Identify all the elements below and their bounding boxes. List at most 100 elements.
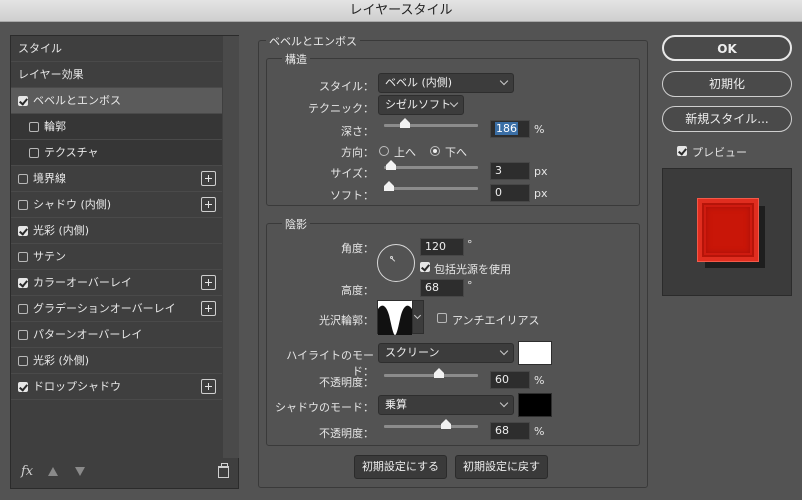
effects-scrollbar[interactable] <box>223 36 239 458</box>
effect-row[interactable]: 光彩 (外側) <box>11 348 222 374</box>
highlight-opacity-thumb[interactable] <box>434 368 444 378</box>
effect-checkbox[interactable] <box>18 200 28 210</box>
add-effect-plus-icon[interactable] <box>201 197 216 212</box>
effects-list: スタイル レイヤー効果 ベベルとエンボス輪郭テクスチャ 境界線 シャドウ (内側) 光彩 … <box>11 36 222 458</box>
depth-unit: % <box>534 123 545 136</box>
soften-slider-thumb[interactable] <box>384 181 394 191</box>
effect-checkbox[interactable] <box>18 330 28 340</box>
preview-checkbox[interactable] <box>677 146 687 156</box>
shadow-opacity-label: 不透明度： <box>319 427 374 440</box>
chevron-down-icon <box>449 98 459 108</box>
style-dropdown[interactable]: ベベル (内側) <box>378 73 514 93</box>
effect-label: パターンオーバーレイ <box>33 328 143 341</box>
make-default-button[interactable]: 初期設定にする <box>354 455 447 479</box>
effect-checkbox[interactable] <box>18 356 28 366</box>
effect-row[interactable]: カラーオーバーレイ <box>11 270 222 296</box>
technique-dropdown[interactable]: シゼルソフト <box>378 95 464 115</box>
global-light-label: 包括光源を使用 <box>434 263 511 276</box>
shadow-mode-dropdown[interactable]: 乗算 <box>378 395 514 415</box>
altitude-input[interactable]: 68 <box>420 279 464 297</box>
angle-label: 角度： <box>341 242 374 255</box>
gloss-contour-preview[interactable] <box>377 300 412 335</box>
chevron-down-icon <box>499 346 509 356</box>
shadow-opacity-thumb[interactable] <box>441 419 451 429</box>
direction-up-radio[interactable] <box>379 146 389 156</box>
new-style-button[interactable]: 新規スタイル... <box>662 106 792 132</box>
effect-row[interactable]: サテン <box>11 244 222 270</box>
effect-checkbox[interactable] <box>18 382 28 392</box>
effects-panel: スタイル レイヤー効果 ベベルとエンボス輪郭テクスチャ 境界線 シャドウ (内側) 光彩 … <box>10 35 239 489</box>
shadow-opacity-unit: % <box>534 425 545 438</box>
antialias-checkbox[interactable] <box>437 313 447 323</box>
effect-label: 光彩 (内側) <box>33 224 90 237</box>
fx-menu-button[interactable]: fx <box>21 464 33 479</box>
gloss-contour-dropdown[interactable] <box>412 300 424 334</box>
angle-dial[interactable] <box>377 244 415 282</box>
global-light-checkbox[interactable] <box>420 262 430 272</box>
depth-input[interactable]: 186 <box>490 120 530 138</box>
highlight-opacity-input[interactable]: 60 <box>490 371 530 389</box>
highlight-mode-value: スクリーン <box>385 346 440 359</box>
soften-input[interactable]: 0 <box>490 184 530 202</box>
effect-label: サテン <box>33 250 66 263</box>
reset-default-button[interactable]: 初期設定に戻す <box>455 455 548 479</box>
angle-input[interactable]: 120 <box>420 238 464 256</box>
highlight-mode-dropdown[interactable]: スクリーン <box>378 343 514 363</box>
direction-down-radio[interactable] <box>430 146 440 156</box>
size-input[interactable]: 3 <box>490 162 530 180</box>
add-effect-plus-icon[interactable] <box>201 275 216 290</box>
shadow-color-swatch[interactable] <box>518 393 552 417</box>
reset-button[interactable]: 初期化 <box>662 71 792 97</box>
effect-checkbox[interactable] <box>18 252 28 262</box>
effect-checkbox[interactable] <box>18 96 28 106</box>
move-up-arrow-icon[interactable] <box>48 467 58 476</box>
effect-row[interactable]: パターンオーバーレイ <box>11 322 222 348</box>
effect-checkbox[interactable] <box>29 148 39 158</box>
effect-row[interactable]: ベベルとエンボス <box>11 88 222 114</box>
effect-row[interactable]: ドロップシャドウ <box>11 374 222 400</box>
effect-checkbox[interactable] <box>18 278 28 288</box>
highlight-opacity-slider[interactable] <box>384 368 478 378</box>
style-label: スタイル： <box>319 80 374 93</box>
effect-checkbox[interactable] <box>29 122 39 132</box>
soften-slider[interactable] <box>384 181 478 191</box>
size-slider-thumb[interactable] <box>386 160 396 170</box>
chevron-down-icon <box>499 76 509 86</box>
shadow-opacity-slider[interactable] <box>384 419 478 429</box>
effect-checkbox[interactable] <box>18 304 28 314</box>
depth-slider[interactable] <box>384 118 478 128</box>
effect-row[interactable]: グラデーションオーバーレイ <box>11 296 222 322</box>
effect-row[interactable]: スタイル <box>11 36 222 62</box>
effect-row[interactable]: 輪郭 <box>11 114 222 140</box>
effect-row[interactable]: 境界線 <box>11 166 222 192</box>
effects-footer: fx <box>11 458 238 488</box>
shadow-opacity-input[interactable]: 68 <box>490 422 530 440</box>
effect-label: 輪郭 <box>44 120 66 133</box>
effect-row[interactable]: シャドウ (内側) <box>11 192 222 218</box>
ok-button[interactable]: OK <box>662 35 792 61</box>
style-dropdown-value: ベベル (内側) <box>385 76 453 89</box>
angle-dial-needle <box>391 258 396 262</box>
antialias-label: アンチエイリアス <box>452 314 540 327</box>
technique-label: テクニック： <box>308 102 374 115</box>
depth-value: 186 <box>495 122 518 135</box>
effect-checkbox[interactable] <box>18 226 28 236</box>
size-slider[interactable] <box>384 160 478 170</box>
structure-title: 構造 <box>282 51 310 67</box>
effect-label: ドロップシャドウ <box>33 380 121 393</box>
move-down-arrow-icon[interactable] <box>75 467 85 476</box>
shadow-mode-label: シャドウのモード： <box>275 401 374 414</box>
soften-label: ソフト： <box>330 189 374 202</box>
altitude-unit: ° <box>467 279 473 292</box>
angle-unit: ° <box>467 238 473 251</box>
effect-row[interactable]: レイヤー効果 <box>11 62 222 88</box>
add-effect-plus-icon[interactable] <box>201 379 216 394</box>
highlight-color-swatch[interactable] <box>518 341 552 365</box>
add-effect-plus-icon[interactable] <box>201 171 216 186</box>
effect-checkbox[interactable] <box>18 174 28 184</box>
depth-slider-thumb[interactable] <box>400 118 410 128</box>
effect-row[interactable]: テクスチャ <box>11 140 222 166</box>
add-effect-plus-icon[interactable] <box>201 301 216 316</box>
trash-icon[interactable] <box>218 463 229 478</box>
effect-row[interactable]: 光彩 (内側) <box>11 218 222 244</box>
